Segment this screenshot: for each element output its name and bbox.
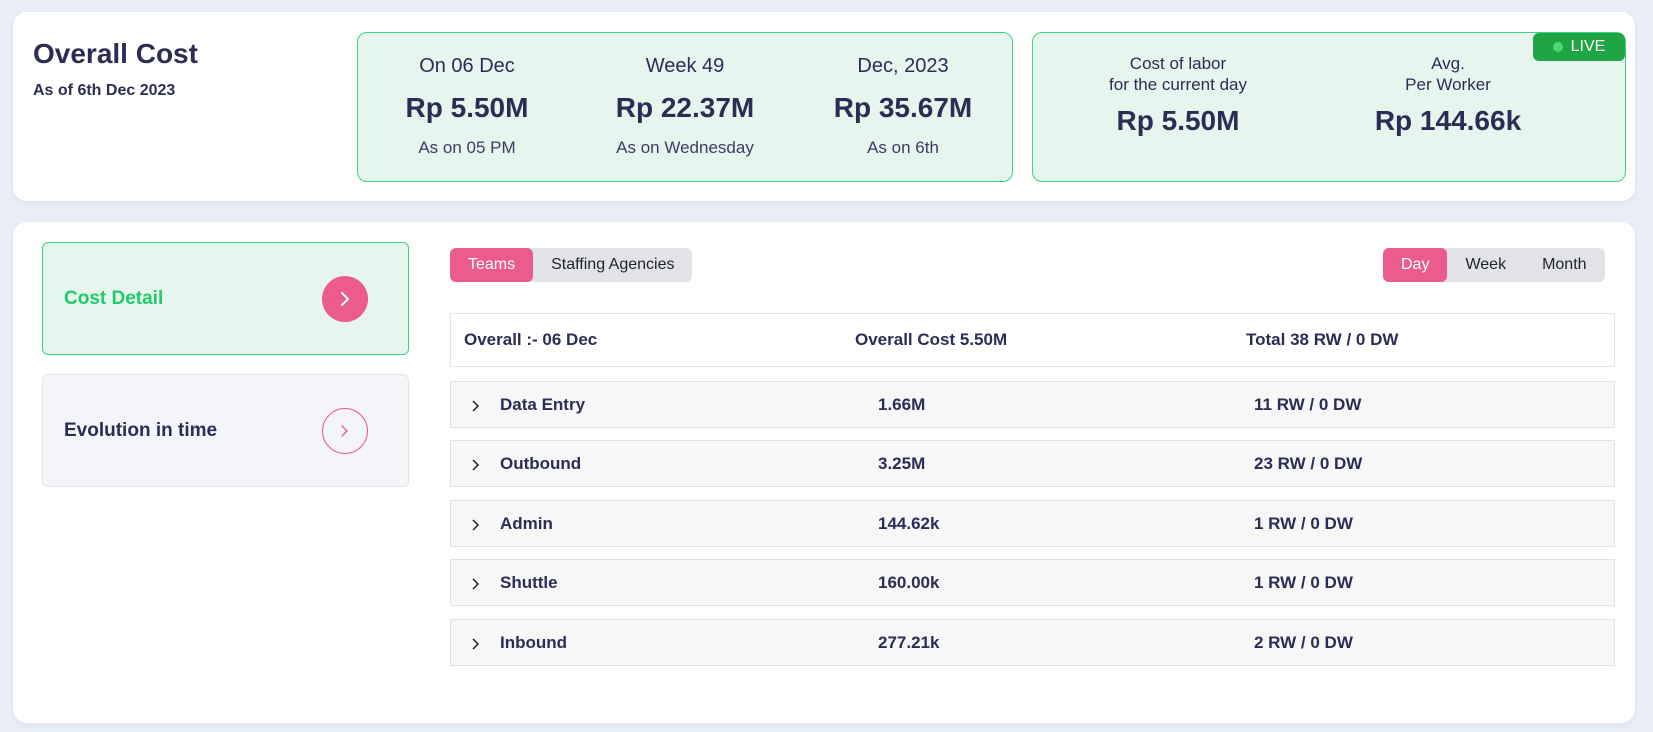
row-team-name: Inbound xyxy=(500,632,568,652)
period-month-note: As on 6th xyxy=(867,138,939,157)
period-day-value: Rp 5.50M xyxy=(405,92,529,123)
period-month: Dec, 2023 Rp 35.67M As on 6th xyxy=(794,33,1012,158)
row-workers: 2 RW / 0 DW xyxy=(1254,632,1353,652)
expand-chevron-icon[interactable] xyxy=(471,441,481,486)
table-row[interactable]: Shuttle 160.00k 1 RW / 0 DW xyxy=(450,559,1615,606)
header-overall: Overall :- 06 Dec xyxy=(464,330,598,349)
period-week-note: As on Wednesday xyxy=(616,138,754,157)
labor-avg-label: Avg. Per Worker xyxy=(1323,53,1573,95)
period-week: Week 49 Rp 22.37M As on Wednesday xyxy=(576,33,794,158)
row-team-name: Shuttle xyxy=(500,572,558,592)
period-day: On 06 Dec Rp 5.50M As on 05 PM xyxy=(358,33,576,158)
labor-avg-value: Rp 144.66k xyxy=(1374,105,1522,136)
sidebar-item-label: Cost Detail xyxy=(64,287,164,309)
period-day-label: On 06 Dec xyxy=(419,55,515,77)
detail-card: Cost Detail Evolution in time Teams Staf… xyxy=(13,222,1635,723)
sidebar-item-evolution[interactable]: Evolution in time xyxy=(42,374,409,487)
table-row[interactable]: Inbound 277.21k 2 RW / 0 DW xyxy=(450,619,1615,666)
expand-chevron-icon[interactable] xyxy=(471,560,481,605)
row-cost: 144.62k xyxy=(878,513,940,533)
labor-avg-label-line1: Avg. xyxy=(1431,54,1465,73)
header-total-workers: Total 38 RW / 0 DW xyxy=(1246,330,1399,349)
row-team-name: Data Entry xyxy=(500,394,586,414)
table-row[interactable]: Admin 144.62k 1 RW / 0 DW xyxy=(450,500,1615,547)
sidebar-item-label: Evolution in time xyxy=(64,419,218,441)
row-team-name: Admin xyxy=(500,513,553,533)
expand-chevron-icon[interactable] xyxy=(471,382,481,427)
expand-chevron-icon[interactable] xyxy=(471,501,481,546)
period-toggle: Day Week Month xyxy=(1383,248,1605,282)
labor-summary-box: LIVE Cost of labor for the current day R… xyxy=(1032,32,1626,182)
tab-day[interactable]: Day xyxy=(1383,248,1448,282)
table-header: Overall :- 06 Dec Overall Cost 5.50M Tot… xyxy=(450,313,1615,367)
summary-card: Overall Cost As of 6th Dec 2023 On 06 De… xyxy=(13,12,1635,201)
tab-teams[interactable]: Teams xyxy=(450,248,534,282)
labor-avg: Avg. Per Worker Rp 144.66k xyxy=(1323,33,1573,137)
period-month-label: Dec, 2023 xyxy=(857,55,949,77)
row-workers: 1 RW / 0 DW xyxy=(1254,572,1353,592)
period-month-value: Rp 35.67M xyxy=(833,92,973,123)
chevron-right-icon[interactable] xyxy=(322,275,368,322)
row-workers: 11 RW / 0 DW xyxy=(1254,394,1362,414)
row-cost: 3.25M xyxy=(878,453,926,473)
row-team-name: Outbound xyxy=(500,453,582,473)
row-workers: 1 RW / 0 DW xyxy=(1254,513,1353,533)
period-summary-box: On 06 Dec Rp 5.50M As on 05 PM Week 49 R… xyxy=(357,32,1013,182)
tab-month[interactable]: Month xyxy=(1524,248,1604,282)
labor-current-day-label-line2: for the current day xyxy=(1109,75,1247,94)
row-cost: 277.21k xyxy=(878,632,940,652)
table-row[interactable]: Outbound 3.25M 23 RW / 0 DW xyxy=(450,440,1615,487)
row-workers: 23 RW / 0 DW xyxy=(1254,453,1363,473)
page-title: Overall Cost xyxy=(33,38,198,69)
labor-current-day-value: Rp 5.50M xyxy=(1116,105,1240,136)
chevron-right-icon[interactable] xyxy=(322,407,368,454)
labor-current-day: Cost of labor for the current day Rp 5.5… xyxy=(1033,33,1323,137)
group-toggle: Teams Staffing Agencies xyxy=(450,248,693,282)
page-subtitle: As of 6th Dec 2023 xyxy=(33,82,176,99)
labor-avg-label-line2: Per Worker xyxy=(1405,75,1491,94)
expand-chevron-icon[interactable] xyxy=(471,620,481,665)
live-label: LIVE xyxy=(1570,38,1606,55)
row-cost: 1.66M xyxy=(878,394,926,414)
header-overall-cost: Overall Cost 5.50M xyxy=(855,330,1008,349)
row-cost: 160.00k xyxy=(878,572,940,592)
period-week-label: Week 49 xyxy=(645,55,725,77)
tab-week[interactable]: Week xyxy=(1447,248,1524,282)
tab-staffing-agencies[interactable]: Staffing Agencies xyxy=(533,248,692,282)
sidebar-item-cost-detail[interactable]: Cost Detail xyxy=(42,242,409,355)
period-day-note: As on 05 PM xyxy=(418,138,516,157)
period-week-value: Rp 22.37M xyxy=(615,92,755,123)
labor-current-day-label: Cost of labor for the current day xyxy=(1033,53,1323,95)
labor-current-day-label-line1: Cost of labor xyxy=(1129,54,1227,73)
table-row[interactable]: Data Entry 1.66M 11 RW / 0 DW xyxy=(450,381,1615,428)
